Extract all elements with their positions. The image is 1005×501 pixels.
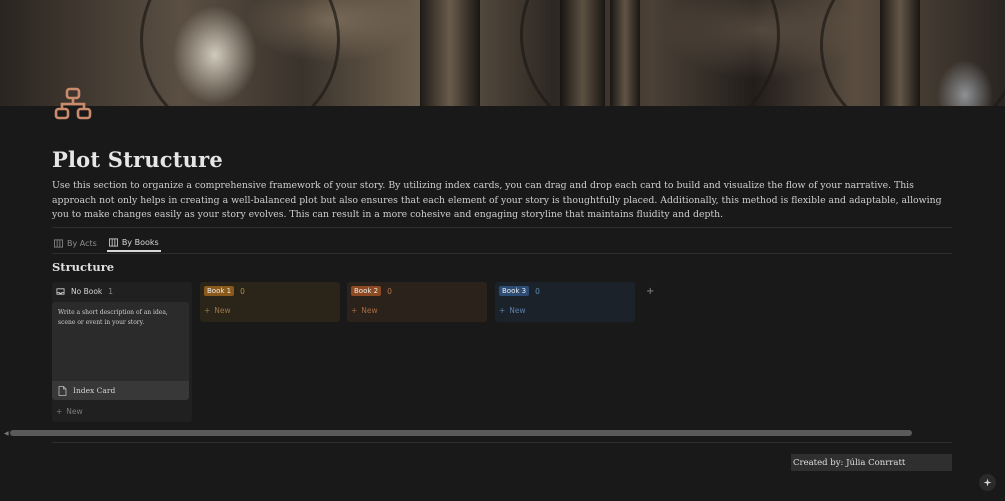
document-icon [58, 385, 67, 396]
scrollbar-thumb[interactable] [10, 430, 912, 436]
column-count: 0 [535, 286, 540, 296]
credit-label: Created by: Júlia Conrratt [791, 454, 952, 471]
section-title: Structure [52, 260, 115, 274]
inbox-icon [56, 287, 65, 295]
column-tag: Book 2 [351, 286, 382, 296]
new-card-button[interactable]: + New [52, 403, 192, 419]
table-icon [54, 239, 63, 248]
scroll-left-arrow-icon[interactable]: ◀ [4, 430, 9, 437]
column-header[interactable]: Book 2 0 [347, 282, 487, 300]
plus-icon: + [204, 305, 211, 315]
page-title: Plot Structure [52, 147, 223, 172]
plus-icon: + [56, 406, 63, 416]
new-label: New [214, 305, 231, 315]
divider [52, 227, 952, 228]
new-card-button[interactable]: + New [495, 302, 635, 318]
board-column-book-1: Book 1 0 + New [200, 282, 340, 322]
column-count: 1 [108, 286, 114, 296]
tab-by-acts[interactable]: By Acts [52, 235, 99, 252]
horizontal-scrollbar[interactable]: ◀ [4, 430, 1002, 437]
column-tag: Book 1 [204, 286, 235, 296]
card-description: Write a short description of an idea, sc… [58, 309, 168, 326]
divider [52, 442, 952, 443]
tab-label: By Books [121, 238, 159, 247]
column-count: 0 [387, 286, 392, 296]
cover-image [0, 0, 1005, 106]
board-column-book-2: Book 2 0 + New [347, 282, 487, 322]
plus-icon: + [646, 286, 655, 297]
new-label: New [66, 406, 83, 416]
board-column-no-book: No Book 1 Write a short description of a… [52, 282, 192, 422]
table-icon [108, 238, 118, 247]
plus-icon: + [351, 305, 358, 315]
org-chart-icon[interactable] [54, 87, 92, 121]
page-description: Use this section to organize a comprehen… [52, 180, 942, 221]
plus-icon: + [499, 305, 506, 315]
column-count: 0 [240, 286, 245, 296]
column-header[interactable]: Book 3 0 [495, 282, 635, 300]
card-title-label: Index Card [73, 386, 116, 395]
column-header[interactable]: No Book 1 [52, 282, 192, 300]
new-label: New [509, 305, 526, 315]
divider [52, 253, 952, 254]
add-group-button[interactable]: + [646, 286, 654, 297]
index-card[interactable]: Write a short description of an idea, sc… [52, 302, 189, 400]
board-column-book-3: Book 3 0 + New [495, 282, 635, 322]
column-label: No Book [71, 286, 103, 296]
column-tag: Book 3 [499, 286, 530, 296]
new-card-button[interactable]: + New [347, 302, 487, 318]
view-tabs: By Acts By Books [52, 235, 161, 253]
new-label: New [361, 305, 378, 315]
column-header[interactable]: Book 1 0 [200, 282, 340, 300]
sparkle-icon[interactable] [979, 474, 996, 491]
new-card-button[interactable]: + New [200, 302, 340, 318]
tab-label: By Acts [67, 239, 97, 248]
tab-by-books[interactable]: By Books [106, 235, 161, 252]
card-title: Index Card [52, 381, 189, 400]
